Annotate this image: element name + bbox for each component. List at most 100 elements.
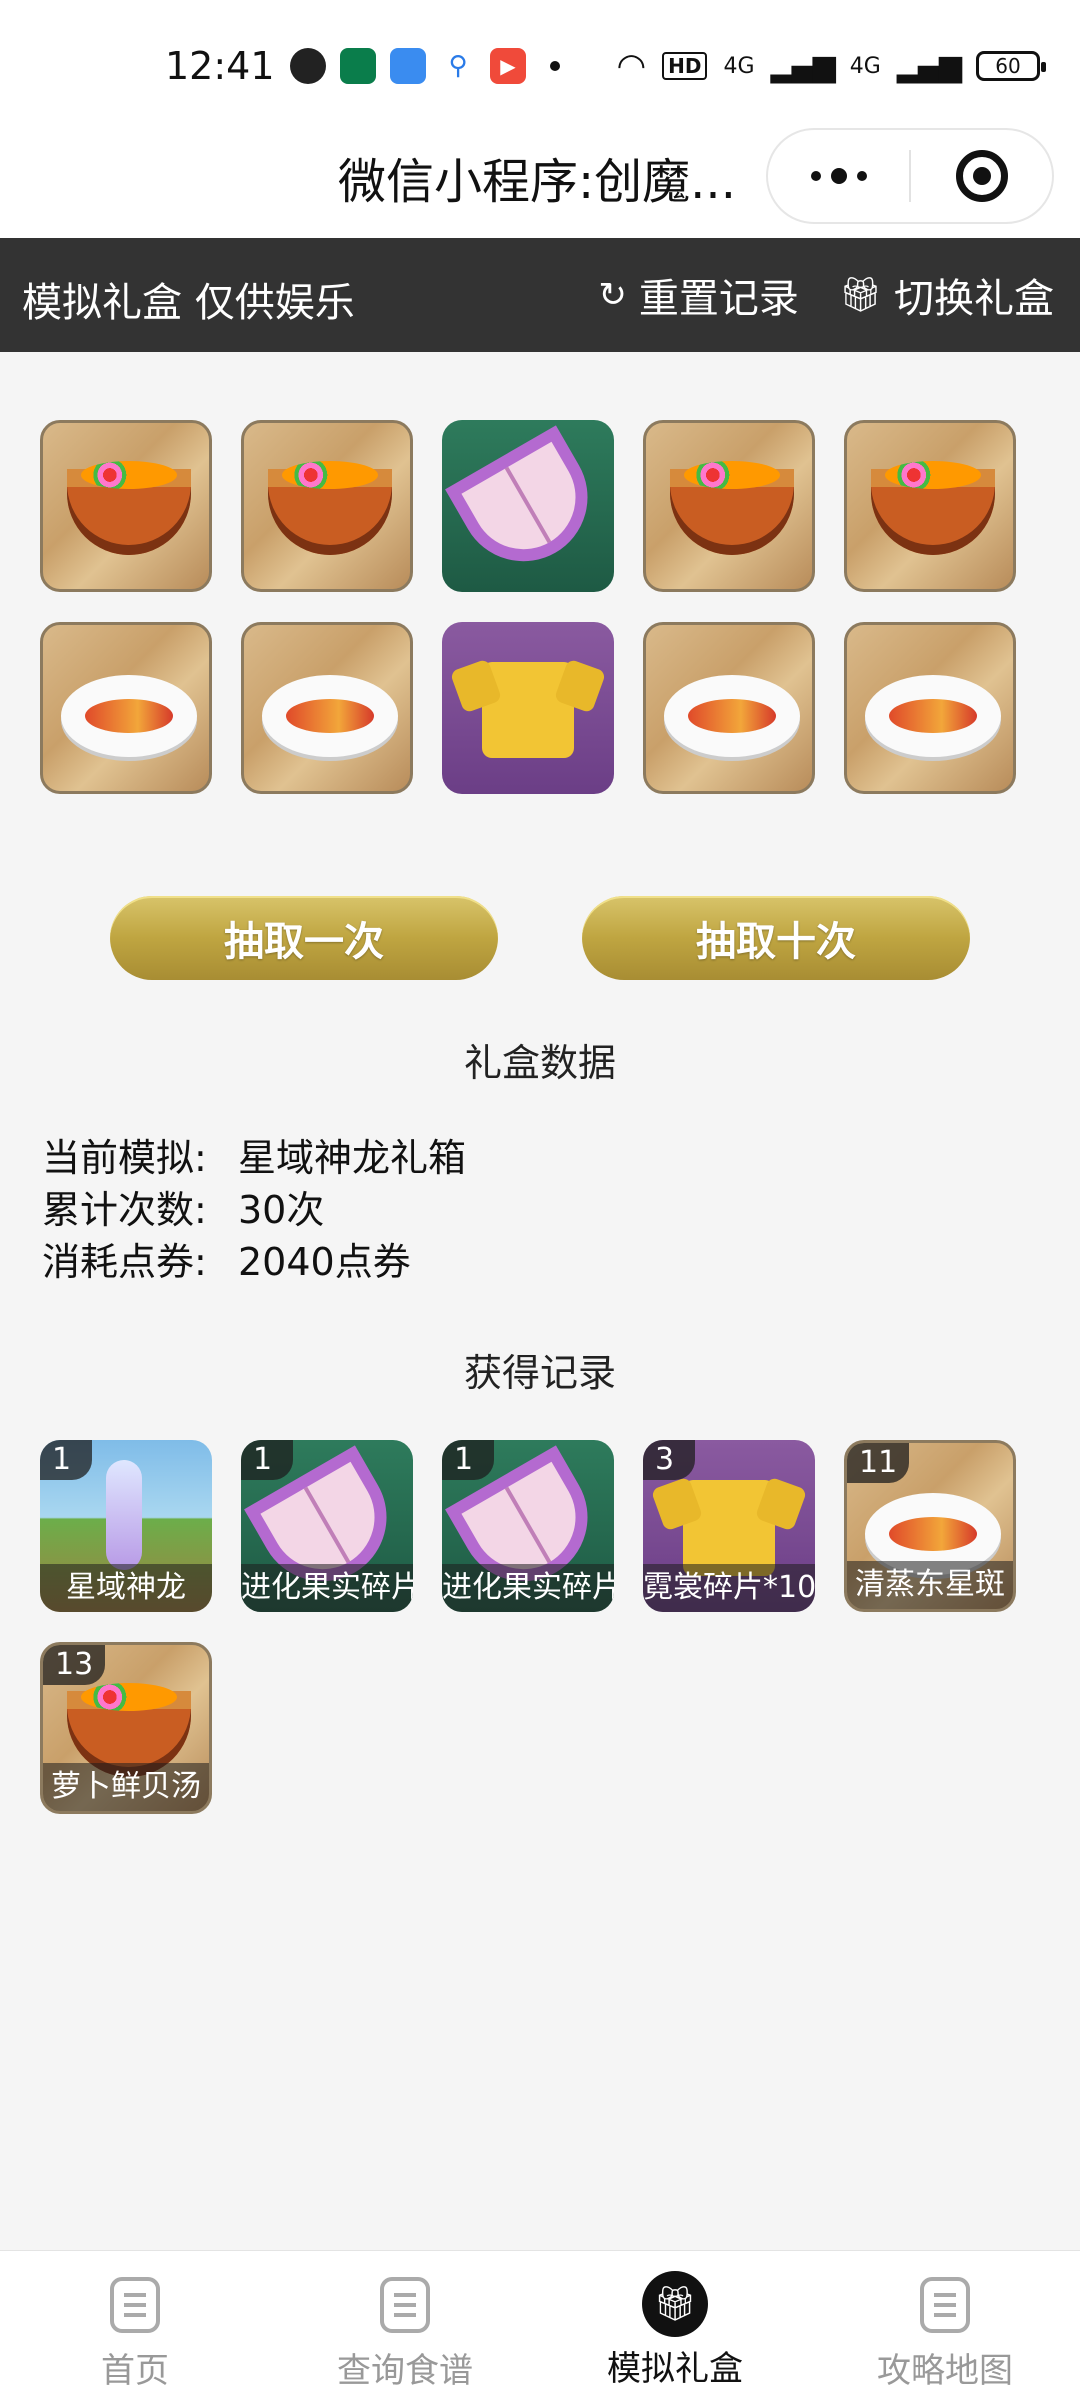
current-box-value: 星域神龙礼箱 — [238, 1136, 467, 1180]
fish-dish-icon — [664, 675, 800, 757]
record-item-name: 清蒸东星斑 — [847, 1561, 1013, 1609]
battery-icon: 60 — [976, 51, 1046, 81]
hd-icon: HD — [662, 52, 708, 80]
tab-recipes[interactable]: 查询食谱 — [270, 2251, 540, 2400]
fish-dish-icon — [61, 675, 197, 757]
draw-item-clothes-shard — [442, 622, 614, 794]
draw-item-fish — [643, 622, 815, 794]
draw-item-soup — [844, 420, 1016, 592]
dot-icon — [810, 171, 821, 181]
status-bar: 12:41 ⚲ ▶ ◠ HD 4G ▂▄▆ 4G ▂▄▆ 60 — [0, 0, 1080, 120]
record-item: 13 萝卜鲜贝汤 — [40, 1642, 212, 1814]
draw-item-fruit-shard — [442, 420, 614, 592]
document-icon — [920, 2277, 970, 2333]
draw-once-button[interactable]: 抽取一次 — [110, 896, 498, 980]
record-grid: 1 星域神龙 1 进化果实碎片*1 1 进化果实碎片*3 3 霓裳碎片*10 1… — [40, 1440, 1040, 1814]
soup-icon — [670, 461, 794, 555]
tab-gift-box-label: 模拟礼盒 — [607, 2349, 743, 2389]
tab-guide-map[interactable]: 攻略地图 — [810, 2251, 1080, 2400]
record-count-badge: 1 — [40, 1440, 92, 1480]
wifi-icon: ◠ — [616, 46, 647, 86]
oppo-icon — [340, 48, 376, 84]
draw-item-fish — [844, 622, 1016, 794]
tab-gift-box[interactable]: 🎁︎ 模拟礼盒 — [540, 2251, 810, 2400]
draw-result-grid — [40, 420, 1040, 794]
tab-home[interactable]: 首页 — [0, 2251, 270, 2400]
switch-box-button[interactable]: 🎁︎ 切换礼盒 — [839, 266, 1054, 324]
coupon-cost-value: 2040点券 — [238, 1240, 411, 1284]
mini-program-header: 微信小程序:创魔... — [0, 120, 1080, 238]
draw-item-soup — [40, 420, 212, 592]
page-title: 微信小程序:创魔... — [338, 154, 736, 210]
record-item: 1 进化果实碎片*3 — [442, 1440, 614, 1612]
document-icon — [380, 2277, 430, 2333]
draw-item-fish — [241, 622, 413, 794]
status-indicators: ◠ HD 4G ▂▄▆ 4G ▂▄▆ 60 — [616, 46, 1046, 86]
record-count-badge: 11 — [847, 1443, 910, 1483]
target-icon — [955, 150, 1008, 202]
signal-icon: ▂▄▆ — [770, 48, 836, 84]
stats-section-title: 礼盒数据 — [463, 1041, 616, 1085]
capsule-menu — [766, 128, 1054, 224]
current-box-label: 当前模拟: — [42, 1136, 207, 1180]
gift-icon: 🎁︎ — [838, 275, 882, 315]
feather-icon — [390, 48, 426, 84]
record-item: 1 进化果实碎片*1 — [241, 1440, 413, 1612]
record-item: 3 霓裳碎片*10 — [643, 1440, 815, 1612]
shirt-icon — [482, 662, 574, 758]
fish-dish-icon — [865, 675, 1001, 757]
fruit-shard-icon — [445, 425, 611, 585]
refresh-icon: ↻ — [598, 275, 627, 315]
record-count-badge: 1 — [241, 1440, 293, 1480]
dot-icon — [856, 171, 867, 181]
gift-icon: 🎁︎ — [642, 2271, 708, 2337]
close-button[interactable] — [911, 150, 1052, 202]
draw-count-value: 30次 — [238, 1188, 325, 1232]
record-item-name: 萝卜鲜贝汤 — [43, 1763, 209, 1811]
status-time: 12:41 — [165, 44, 275, 88]
network-label-2: 4G — [849, 53, 881, 79]
signal-icon-2: ▂▄▆ — [896, 48, 962, 84]
wechat-icon — [290, 48, 326, 84]
stats-panel: 当前模拟: 星域神龙礼箱 累计次数: 30次 消耗点券: 2040点券 — [42, 1132, 466, 1288]
draw-item-soup — [643, 420, 815, 592]
notification-icons: ⚲ ▶ — [290, 48, 560, 84]
record-count-badge: 13 — [43, 1645, 106, 1685]
battery-level: 60 — [995, 54, 1021, 78]
soup-icon — [67, 461, 191, 555]
coupon-cost-label: 消耗点券: — [42, 1240, 207, 1284]
fish-dish-icon — [262, 675, 398, 757]
switch-box-label: 切换礼盒 — [894, 276, 1054, 322]
soup-icon — [268, 461, 392, 555]
toolbar-title: 模拟礼盒 仅供娱乐 — [22, 280, 355, 326]
draw-ten-button[interactable]: 抽取十次 — [582, 896, 970, 980]
toolbar: 模拟礼盒 仅供娱乐 ↻ 重置记录 🎁︎ 切换礼盒 — [0, 238, 1080, 352]
record-count-badge: 3 — [643, 1440, 695, 1480]
records-section-title: 获得记录 — [463, 1351, 616, 1395]
more-dot-icon — [550, 61, 560, 71]
tab-bar: 首页 查询食谱 🎁︎ 模拟礼盒 攻略地图 — [0, 2250, 1080, 2400]
record-item-name: 霓裳碎片*10 — [643, 1564, 815, 1612]
draw-item-fish — [40, 622, 212, 794]
shirt-icon — [683, 1480, 775, 1576]
tab-recipes-label: 查询食谱 — [337, 2351, 473, 2391]
tab-guide-map-label: 攻略地图 — [877, 2351, 1013, 2391]
reset-record-label: 重置记录 — [638, 276, 799, 322]
reset-record-button[interactable]: ↻ 重置记录 — [598, 266, 799, 324]
record-item-name: 进化果实碎片*3 — [442, 1564, 614, 1612]
network-label: 4G — [723, 53, 755, 79]
soup-icon — [871, 461, 995, 555]
tab-home-label: 首页 — [101, 2351, 169, 2391]
document-icon — [110, 2277, 160, 2333]
draw-count-label: 累计次数: — [42, 1188, 207, 1232]
draw-item-soup — [241, 420, 413, 592]
record-count-badge: 1 — [442, 1440, 494, 1480]
record-item: 11 清蒸东星斑 — [844, 1440, 1016, 1612]
record-item-name: 进化果实碎片*1 — [241, 1564, 413, 1612]
video-icon: ▶ — [490, 48, 526, 84]
record-item: 1 星域神龙 — [40, 1440, 212, 1612]
dot-icon — [830, 168, 847, 184]
record-item-name: 星域神龙 — [40, 1564, 212, 1612]
search-icon: ⚲ — [440, 48, 476, 84]
more-button[interactable] — [768, 168, 909, 184]
